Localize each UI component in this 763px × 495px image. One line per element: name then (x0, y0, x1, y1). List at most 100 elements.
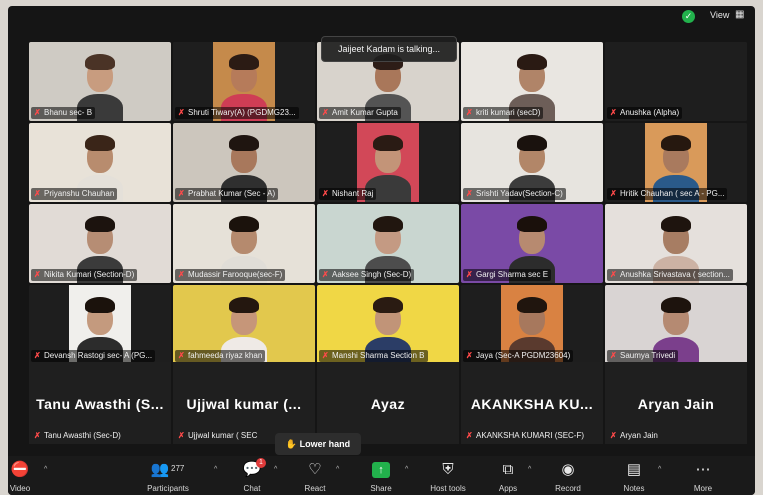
speaking-indicator: Jaijeet Kadam is talking... (321, 36, 457, 62)
mic-muted-icon: ✗ (610, 189, 617, 198)
apps-label: Apps (498, 484, 518, 493)
participant-video-tile[interactable]: ✗ Devansh Rastogi sec- A (PG... (29, 285, 171, 364)
mic-muted-icon: ✗ (178, 189, 185, 198)
participant-hair (229, 135, 259, 151)
mic-muted-icon: ✗ (610, 431, 617, 440)
video-options-caret-icon[interactable]: ^ (44, 466, 47, 473)
participant-hair (373, 135, 403, 151)
participant-video-tile[interactable]: ✗ Saumya Trivedi (605, 285, 747, 364)
lower-hand-label: Lower hand (299, 439, 351, 449)
participant-name-label: ✗ Nishant Raj (319, 188, 377, 200)
participant-video-tile[interactable]: ✗ Nishant Raj (317, 123, 459, 202)
host-tools-button[interactable]: ⛨ Host tools (418, 456, 478, 495)
participant-hair (229, 54, 259, 70)
participant-video-tile[interactable]: ✗ Hritik Chauhan ( sec A - PG... (605, 123, 747, 202)
mic-muted-icon: ✗ (34, 189, 41, 198)
participant-name-label: ✗ Amit Kumar Gupta (319, 107, 401, 119)
participant-name-text: Jaya (Sec-A PGDM23604) (476, 351, 571, 360)
participant-video-tile[interactable]: ✗ Prabhat Kumar (Sec - A) (173, 123, 315, 202)
participant-name-label: ✗ Manshi Sharma Section B (319, 350, 428, 362)
participant-video-tile[interactable]: ✗ Manshi Sharma Section B (317, 285, 459, 364)
mic-muted-icon: ✗ (466, 431, 473, 440)
participant-name-text: Shruti Tiwary(A) (PGDMG23... (188, 108, 296, 117)
react-options-caret-icon[interactable]: ^ (336, 466, 339, 473)
participant-hair (85, 135, 115, 151)
audio-only-participant-tile[interactable]: Aryan Jain ✗ Aryan Jain (605, 362, 747, 444)
participant-video-tile[interactable]: ✗ Gargi Sharma sec E (461, 204, 603, 283)
audio-only-participant-tile[interactable]: Ayaz (317, 362, 459, 444)
participant-video-tile[interactable]: ✗ Srishti Yadav(Section-C) (461, 123, 603, 202)
participant-name-label: ✗ Srishti Yadav(Section-C) (463, 188, 566, 200)
shield-check-icon[interactable]: ✓ (682, 10, 695, 23)
participant-name-label: ✗ Shruti Tiwary(A) (PGDMG23... (175, 107, 299, 119)
participant-display-name: Ayaz (370, 396, 406, 412)
participant-name-label: ✗ Anushka Srivastava ( section... (607, 269, 733, 281)
participant-video-tile[interactable]: ✗ kriti kumari (secD) (461, 42, 603, 121)
chat-options-caret-icon[interactable]: ^ (274, 466, 277, 473)
participant-name-label: ✗ fahmeeda riyaz khan (175, 350, 266, 362)
participant-video-tile[interactable]: ✗ Mudassir Farooque(sec-F) (173, 204, 315, 283)
lower-hand-button[interactable]: ✋ Lower hand (275, 433, 361, 455)
mic-muted-icon: ✗ (610, 108, 617, 117)
participant-hair (373, 297, 403, 313)
react-button[interactable]: ♡ React (285, 456, 345, 495)
participant-hair (517, 297, 547, 313)
mic-muted-icon: ✗ (178, 351, 185, 360)
participants-options-caret-icon[interactable]: ^ (214, 466, 217, 473)
participant-name-label: ✗ Mudassir Farooque(sec-F) (175, 269, 286, 281)
audio-only-participant-tile[interactable]: AKANKSHA KU... ✗ AKANKSHA KUMARI (SEC-F) (461, 362, 603, 444)
participant-name-text: Hritik Chauhan ( sec A - PG... (620, 189, 725, 198)
chat-label: Chat (243, 484, 261, 493)
participant-video-tile[interactable]: ✗ Nikita Kumari (Section-D) (29, 204, 171, 283)
participant-name-label: ✗ Aaksee Singh (Sec-D) (319, 269, 415, 281)
participants-count: 277 (171, 464, 185, 473)
mic-muted-icon: ✗ (322, 270, 329, 279)
mic-muted-icon: ✗ (466, 189, 473, 198)
participant-video-tile[interactable]: ✗ Anushka (Alpha) (605, 42, 747, 121)
notes-options-caret-icon[interactable]: ^ (658, 466, 661, 473)
record-button[interactable]: ◉ Record (538, 456, 598, 495)
participant-video-tile[interactable]: ✗ Jaya (Sec-A PGDM23604) (461, 285, 603, 364)
grid-icon[interactable]: ▦ (735, 9, 744, 20)
mic-muted-icon: ✗ (34, 270, 41, 279)
mic-muted-icon: ✗ (322, 189, 329, 198)
record-icon: ◉ (561, 461, 575, 478)
more-icon: ⋯ (695, 461, 711, 478)
participant-video-tile[interactable]: ✗ Priyanshu Chauhan (29, 123, 171, 202)
notes-button[interactable]: ▤ Notes (604, 456, 664, 495)
participant-name-label: ✗ Nikita Kumari (Section-D) (31, 269, 138, 281)
participant-hair (517, 135, 547, 151)
mic-muted-icon: ✗ (178, 270, 185, 279)
participant-name-label: ✗ Jaya (Sec-A PGDM23604) (463, 350, 574, 362)
participant-display-name: Ujjwal kumar (... (186, 396, 302, 412)
more-button[interactable]: ⋯ More (673, 456, 733, 495)
share-label: Share (370, 484, 392, 493)
audio-only-participant-tile[interactable]: Tanu Awasthi (S... ✗ Tanu Awasthi (Sec-D) (29, 362, 171, 444)
participant-video-tile[interactable]: ✗ Bhanu sec- B (29, 42, 171, 121)
view-button-label[interactable]: View (710, 10, 729, 20)
participant-name-text: fahmeeda riyaz khan (188, 351, 263, 360)
apps-button[interactable]: ⧉ Apps (478, 456, 538, 495)
share-button[interactable]: ↑ Share (351, 456, 411, 495)
audio-only-participant-tile[interactable]: Ujjwal kumar (... ✗ Ujjwal kumar ( SEC (173, 362, 315, 444)
participant-name-label: ✗ Prabhat Kumar (Sec - A) (175, 188, 279, 200)
participant-video-tile[interactable]: ✗ Aaksee Singh (Sec-D) (317, 204, 459, 283)
mic-muted-icon: ✗ (466, 351, 473, 360)
participant-video-tile[interactable]: ✗ Shruti Tiwary(A) (PGDMG23... (173, 42, 315, 121)
participant-video-tile[interactable]: ✗ fahmeeda riyaz khan (173, 285, 315, 364)
share-screen-icon: ↑ (372, 462, 390, 478)
apps-options-caret-icon[interactable]: ^ (528, 466, 531, 473)
participant-video-tile[interactable]: ✗ Anushka Srivastava ( section... (605, 204, 747, 283)
participants-button[interactable]: 👥 277 Participants (138, 456, 198, 495)
participant-name-text: Anushka Srivastava ( section... (620, 270, 730, 279)
participant-name-text: Bhanu sec- B (44, 108, 93, 117)
video-button[interactable]: ⛔ Video (8, 456, 50, 495)
mic-muted-icon: ✗ (34, 108, 41, 117)
top-bar: ✓ View ▦ (8, 6, 755, 32)
share-options-caret-icon[interactable]: ^ (405, 466, 408, 473)
participant-name-text: Nishant Raj (332, 189, 374, 198)
chat-button[interactable]: 💬 1 Chat (222, 456, 282, 495)
participant-name-label: ✗ Gargi Sharma sec E (463, 269, 552, 281)
participant-name-text: AKANKSHA KUMARI (SEC-F) (476, 431, 585, 440)
participant-name-label: ✗ Bhanu sec- B (31, 107, 96, 119)
